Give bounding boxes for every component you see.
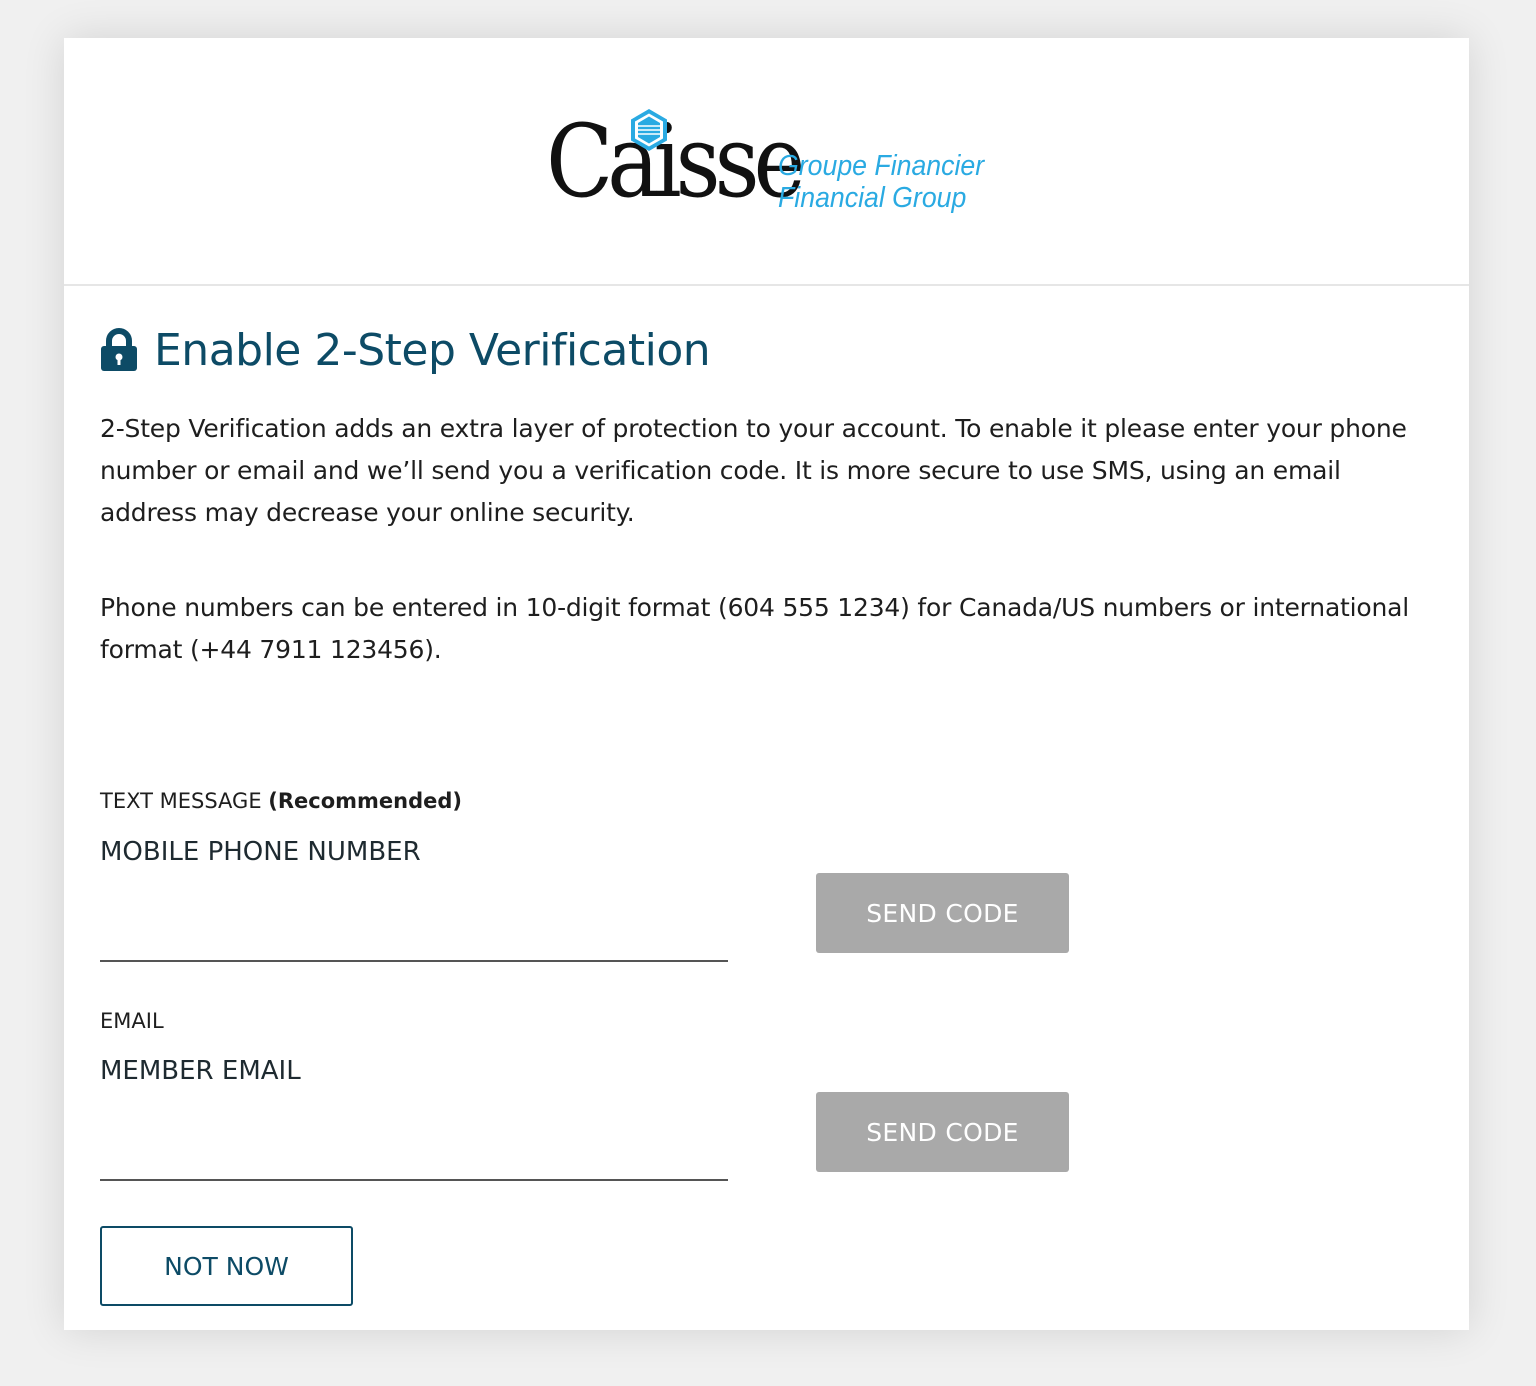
member-email-input[interactable] [100, 1139, 728, 1181]
not-now-button[interactable]: NOT NOW [100, 1226, 353, 1306]
send-code-email-button[interactable]: SEND CODE [816, 1092, 1069, 1172]
intro-text: 2-Step Verification adds an extra layer … [100, 414, 1407, 527]
sms-section-label: TEXT MESSAGE (Recommended) [100, 789, 462, 813]
logo-wordmark: Caisse [546, 103, 806, 220]
email-section-label: EMAIL [100, 1009, 164, 1033]
logo-tagline-en: Financial Group [778, 182, 967, 214]
send-code-sms-button[interactable]: SEND CODE [816, 873, 1069, 953]
mobile-phone-label: MOBILE PHONE NUMBER [100, 837, 421, 867]
title-row: Enable 2-Step Verification [100, 320, 711, 380]
lock-icon [101, 328, 137, 371]
phone-format-note: Phone numbers can be entered in 10-digit… [100, 593, 1410, 664]
recommended-note: (Recommended) [268, 789, 463, 813]
page-title: Enable 2-Step Verification [154, 324, 711, 376]
logo-tagline-fr: Groupe Financier [778, 150, 985, 182]
member-email-label: MEMBER EMAIL [100, 1056, 301, 1086]
logo-tagline: Groupe Financier Financial Group [778, 150, 984, 214]
sms-section-title: TEXT MESSAGE [100, 789, 262, 813]
verification-card: Caisse Groupe Financier Financial Group [64, 38, 1469, 1330]
caisse-logo: Caisse Groupe Financier Financial Group [546, 108, 1006, 228]
header: Caisse Groupe Financier Financial Group [64, 38, 1469, 286]
mobile-phone-input[interactable] [100, 920, 728, 962]
hexagon-emblem-icon [631, 109, 667, 151]
